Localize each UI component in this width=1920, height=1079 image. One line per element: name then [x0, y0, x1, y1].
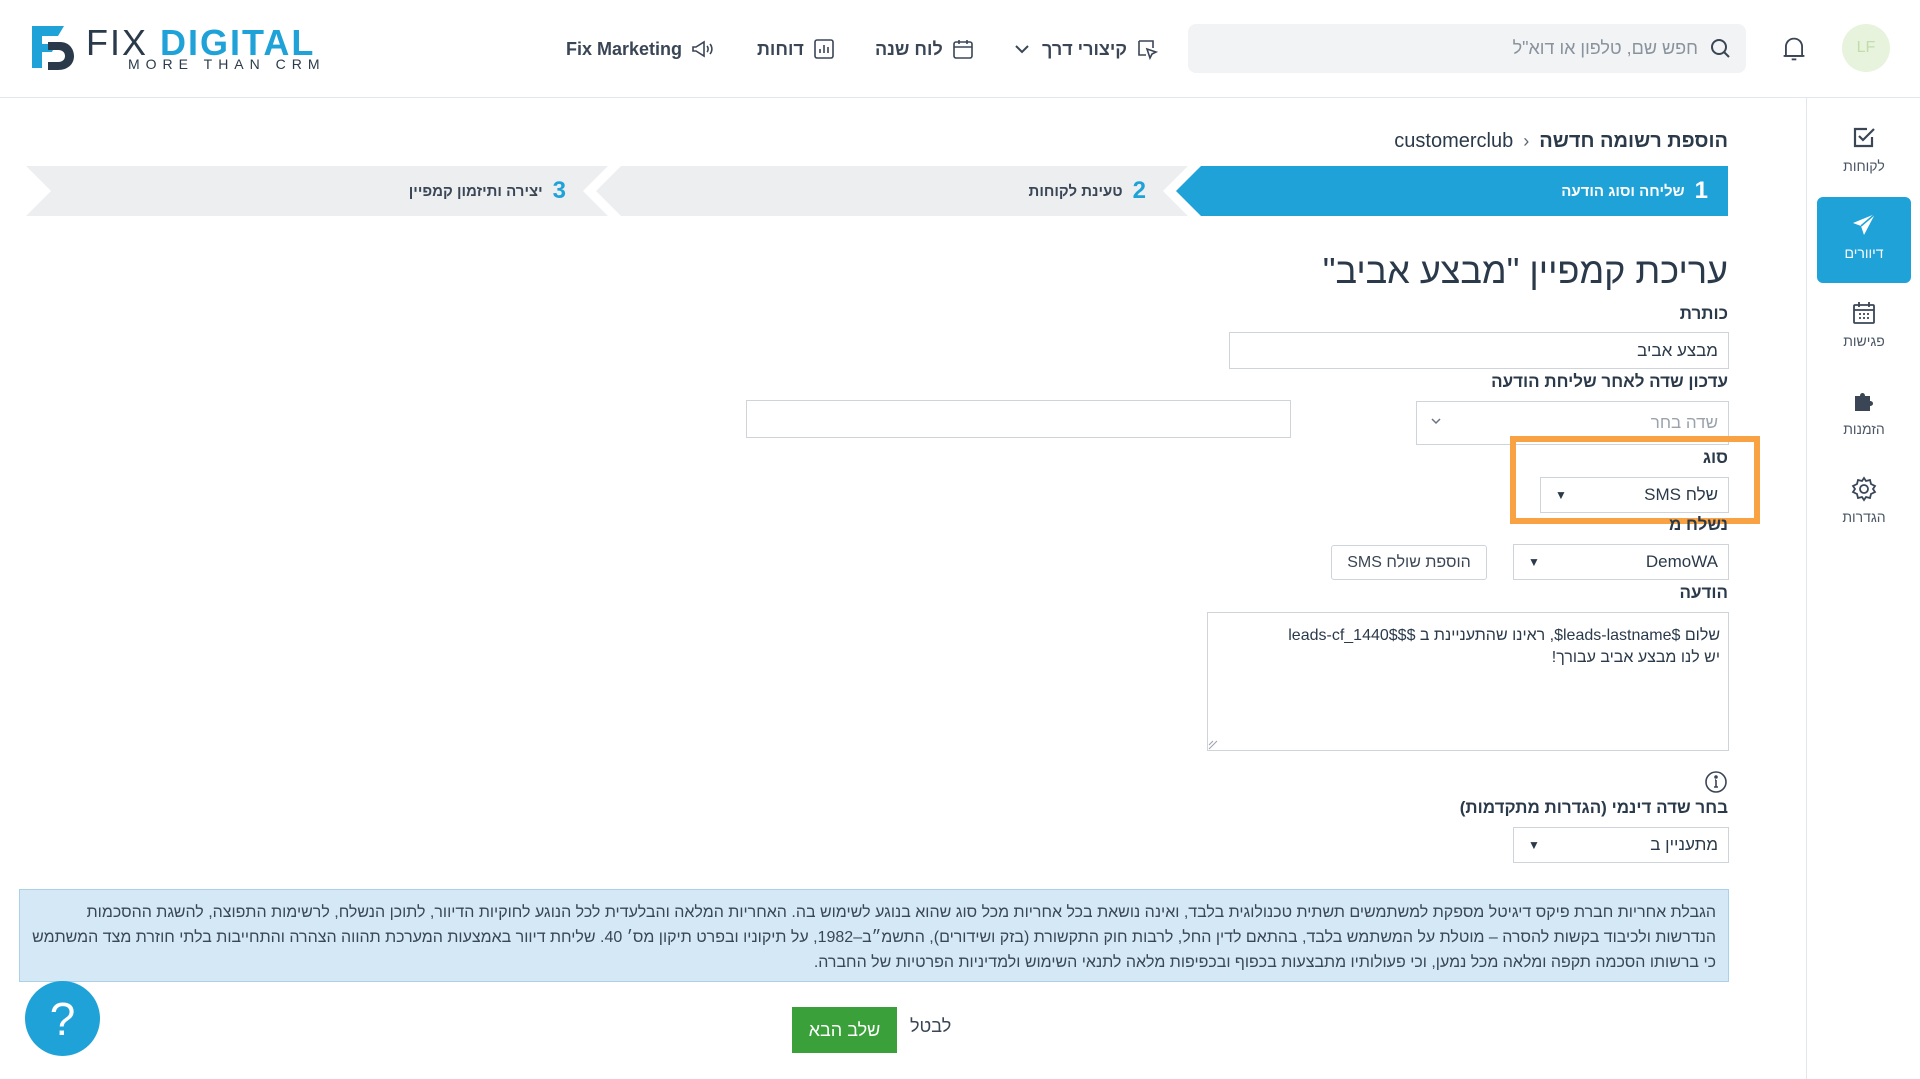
dynamic-field-value: מתעניין ב: [1650, 835, 1718, 854]
dynamic-field-label: בחר שדה דינמי (הגדרות מתקדמות): [1459, 798, 1728, 817]
message-line: שלום $leads-lastname$, ראינו שהתעניינת ב…: [1288, 627, 1720, 644]
nav-reports-label: דוחות: [757, 38, 804, 59]
cursor-click-icon: [1138, 40, 1159, 61]
nav-fix-marketing[interactable]: Fix Marketing: [566, 34, 714, 64]
paper-plane-icon: [1853, 213, 1876, 235]
nav-shortcuts[interactable]: קיצורי דרך: [1010, 34, 1159, 64]
dynamic-field-select[interactable]: מתעניין ב ▼: [1513, 827, 1729, 863]
message-textarea[interactable]: שלום $leads-lastname$, ראינו שהתעניינת ב…: [1207, 612, 1729, 751]
nav-reports[interactable]: דוחות: [757, 34, 836, 64]
nav-calendar[interactable]: לוח שנה: [875, 34, 975, 64]
step-number: 2: [1132, 177, 1146, 204]
next-step-button[interactable]: שלב הבא: [792, 1007, 897, 1053]
message-label: הודעה: [1679, 583, 1728, 602]
top-bar: FIX DIGITAL MORE THAN CRM Fix Marketing …: [0, 0, 1920, 98]
bell-icon[interactable]: [1780, 34, 1808, 64]
sidebar-item-label: דיוורים: [1844, 245, 1884, 261]
logo-mark-icon: [32, 26, 74, 70]
add-sms-sender-button[interactable]: הוספת שולח SMS: [1331, 545, 1487, 580]
step-number: 3: [552, 177, 566, 204]
sidebar-item-orders[interactable]: הזמנות: [1817, 373, 1911, 459]
help-button[interactable]: ?: [25, 981, 100, 1056]
sidebar-item-meetings[interactable]: פגישות: [1817, 285, 1911, 371]
sidebar-item-label: הגדרות: [1842, 509, 1886, 525]
search-box: [1188, 24, 1746, 73]
step-3[interactable]: 3 יצירה ותיזמון קמפיין: [26, 166, 608, 216]
breadcrumb-root[interactable]: customerclub: [1394, 130, 1513, 153]
sidebar-item-settings[interactable]: הגדרות: [1817, 461, 1911, 547]
breadcrumb: הוספת רשומה חדשה ‹ customerclub: [1394, 130, 1728, 153]
title-label: כותרת: [1679, 304, 1728, 323]
avatar[interactable]: LF: [1842, 24, 1890, 72]
breadcrumb-current: הוספת רשומה חדשה: [1539, 130, 1728, 152]
update-field-value-input[interactable]: [746, 400, 1291, 438]
sender-label: נשלח מ: [1668, 515, 1728, 534]
checkbox-icon: [1853, 127, 1875, 148]
update-field-placeholder: שדה בחר: [1650, 413, 1718, 432]
step-1[interactable]: 1 שליחה וסוג הודעה: [1176, 166, 1728, 216]
disclaimer-notice: הגבלת אחריות חברת פיקס דיגיטל מספקת למשת…: [19, 889, 1729, 982]
nav-fix-marketing-label: Fix Marketing: [566, 38, 683, 59]
search-input[interactable]: [1218, 24, 1698, 73]
sender-select[interactable]: DemoWA ▼: [1513, 544, 1729, 580]
page-title: עריכת קמפיין "מבצע אביב": [1322, 250, 1728, 291]
chevron-down-icon: [1015, 45, 1029, 54]
search-icon[interactable]: [1708, 36, 1732, 60]
nav-calendar-label: לוח שנה: [875, 38, 943, 59]
caret-down-icon: ▼: [1528, 838, 1540, 852]
logo-tagline: MORE THAN CRM: [128, 56, 326, 72]
puzzle-icon: [1855, 393, 1873, 411]
info-icon[interactable]: [1704, 770, 1728, 794]
bar-chart-icon: [814, 39, 834, 59]
calendar-grid-icon: [1853, 302, 1875, 324]
step-label: טעינת לקוחות: [1028, 182, 1123, 200]
sidebar-item-label: הזמנות: [1843, 421, 1885, 437]
highlight-box: [1510, 436, 1760, 524]
message-line: יש לנו מבצע אביב עבורך!: [1551, 649, 1720, 666]
step-number: 1: [1694, 177, 1708, 204]
chevron-down-icon: [1431, 418, 1441, 425]
step-label: יצירה ותיזמון קמפיין: [408, 182, 543, 200]
logo[interactable]: FIX DIGITAL MORE THAN CRM: [28, 22, 348, 74]
calendar-icon: [952, 40, 973, 59]
gear-icon: [1851, 476, 1877, 502]
megaphone-icon: [692, 40, 713, 58]
wizard-steps: 3 יצירה ותיזמון קמפיין 2 טעינת לקוחות 1 …: [26, 166, 1728, 216]
sidebar: לקוחות דיוורים פגישות הזמנות הגדרות: [1806, 98, 1920, 1079]
cancel-link[interactable]: לבטל: [910, 1016, 951, 1037]
update-field-label: עדכון שדה לאחר שליחת הודעה: [1491, 372, 1728, 391]
sidebar-item-customers[interactable]: לקוחות: [1817, 110, 1911, 196]
step-label: שליחה וסוג הודעה: [1561, 182, 1685, 200]
caret-down-icon: ▼: [1528, 555, 1540, 569]
sidebar-item-mailings[interactable]: דיוורים: [1817, 197, 1911, 283]
nav-shortcuts-label: קיצורי דרך: [1042, 38, 1128, 59]
sender-value: DemoWA: [1645, 552, 1718, 571]
sidebar-item-label: לקוחות: [1843, 158, 1885, 174]
resize-handle-icon[interactable]: [1208, 740, 1218, 750]
chevron-left-icon: ‹: [1523, 131, 1530, 151]
sidebar-item-label: פגישות: [1843, 333, 1885, 349]
step-2[interactable]: 2 טעינת לקוחות: [596, 166, 1188, 216]
title-input[interactable]: מבצע אביב: [1229, 332, 1729, 369]
